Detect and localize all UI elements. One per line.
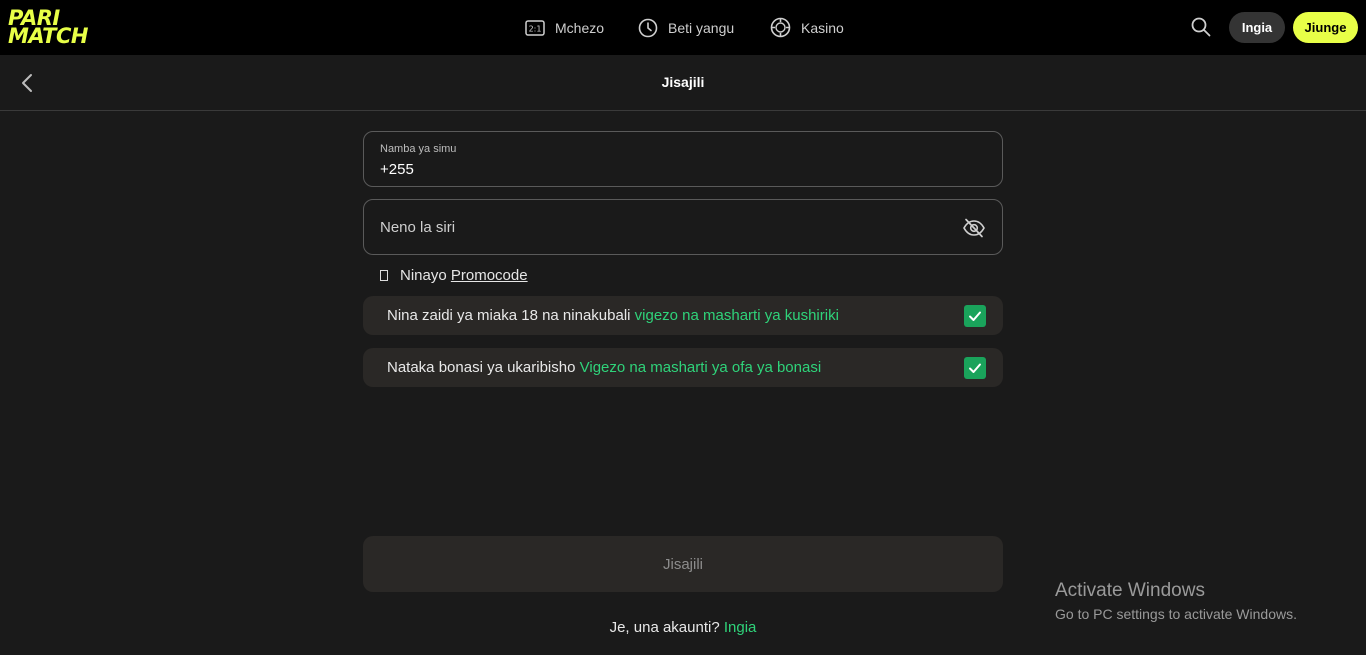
logo-line-2: MATCH: [8, 24, 88, 48]
watermark-title: Activate Windows: [1055, 580, 1205, 601]
nav-item-label: Kasino: [801, 19, 844, 36]
phone-field[interactable]: Namba ya simu +255: [363, 131, 1003, 187]
welcome-bonus-label: Nataka bonasi ya ukaribisho: [387, 359, 576, 376]
age-terms-consent[interactable]: Nina zaidi ya miaka 18 na ninakubali vig…: [363, 296, 1003, 335]
clock-icon: [638, 18, 658, 38]
watermark-subtitle: Go to PC settings to activate Windows.: [1055, 606, 1297, 622]
casino-chip-icon: [770, 17, 791, 38]
bonus-terms-link[interactable]: Vigezo na masharti ya ofa ya bonasi: [580, 359, 822, 376]
scoreboard-icon: 2:1: [525, 19, 545, 36]
search-icon[interactable]: [1190, 16, 1212, 38]
promocode-checkbox[interactable]: [380, 270, 388, 281]
checkmark-icon: [969, 363, 981, 373]
parimatch-logo[interactable]: PARI MATCH: [8, 8, 114, 48]
age-terms-text: Nina zaidi ya miaka 18 na ninakubali vig…: [387, 307, 839, 324]
nav-item-beti-yangu[interactable]: Beti yangu: [638, 0, 734, 55]
password-field[interactable]: Neno la siri: [363, 199, 1003, 255]
phone-input[interactable]: +255: [380, 161, 940, 178]
login-button[interactable]: Ingia: [1229, 12, 1285, 43]
nav-item-label: Beti yangu: [668, 19, 735, 36]
nav-item-label: Mchezo: [555, 19, 605, 36]
join-button[interactable]: Jiunge: [1293, 12, 1358, 43]
register-submit-button[interactable]: Jisajili: [363, 536, 1003, 592]
phone-field-label: Namba ya simu: [380, 143, 457, 155]
welcome-bonus-consent[interactable]: Nataka bonasi ya ukaribisho Vigezo na ma…: [363, 348, 1003, 387]
eye-off-icon[interactable]: [962, 217, 986, 239]
checkmark-icon: [969, 311, 981, 321]
welcome-bonus-text: Nataka bonasi ya ukaribisho Vigezo na ma…: [387, 359, 821, 376]
promocode-toggle[interactable]: Ninayo Promocode: [380, 267, 528, 284]
age-terms-checkbox[interactable]: [964, 305, 986, 327]
welcome-bonus-checkbox[interactable]: [964, 357, 986, 379]
svg-text:2:1: 2:1: [529, 24, 542, 33]
login-link[interactable]: Ingia: [724, 619, 757, 636]
nav-item-kasino[interactable]: Kasino: [770, 0, 844, 55]
page-title: Jisajili: [661, 74, 705, 90]
top-navigation-bar: PARI MATCH 2:1 Mchezo Beti yangu Kasino …: [0, 0, 1366, 55]
terms-link[interactable]: vigezo na masharti ya kushiriki: [635, 307, 839, 324]
page-header: Jisajili: [0, 55, 1366, 111]
promocode-link[interactable]: Promocode: [451, 267, 528, 284]
nav-item-mchezo[interactable]: 2:1 Mchezo: [525, 0, 604, 55]
windows-activation-watermark: Activate Windows Go to PC settings to ac…: [1055, 580, 1297, 622]
password-input[interactable]: Neno la siri: [380, 219, 455, 236]
age-terms-label: Nina zaidi ya miaka 18 na ninakubali: [387, 307, 631, 324]
promocode-prefix: Ninayo: [400, 267, 447, 284]
account-question: Je, una akaunti?: [609, 619, 720, 636]
